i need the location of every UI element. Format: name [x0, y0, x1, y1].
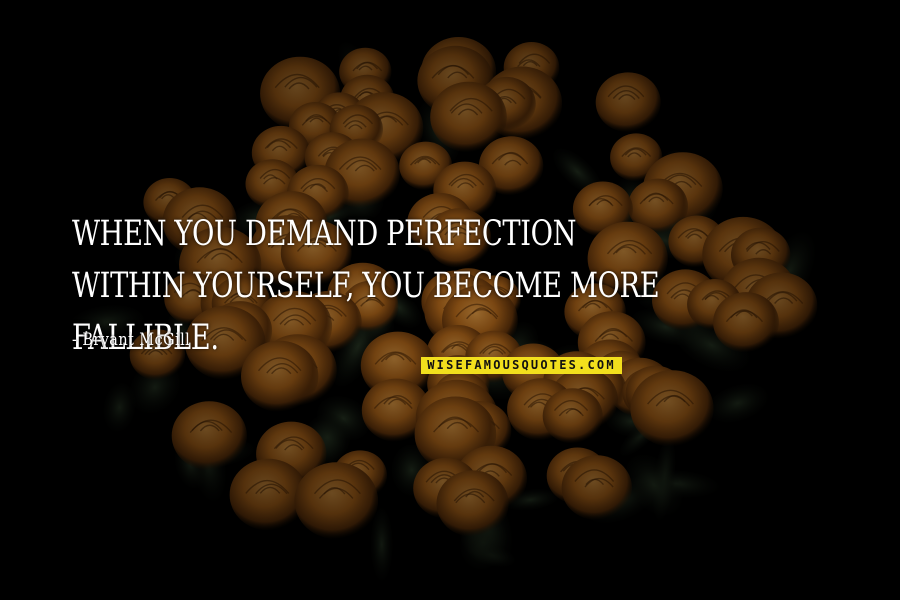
quote-author: - Bryant McGill: [72, 330, 191, 350]
watermark-logo: WISEFAMOUSQUOTES.COM: [421, 357, 622, 374]
quote-image: When you demand perfection within yourse…: [0, 0, 900, 600]
